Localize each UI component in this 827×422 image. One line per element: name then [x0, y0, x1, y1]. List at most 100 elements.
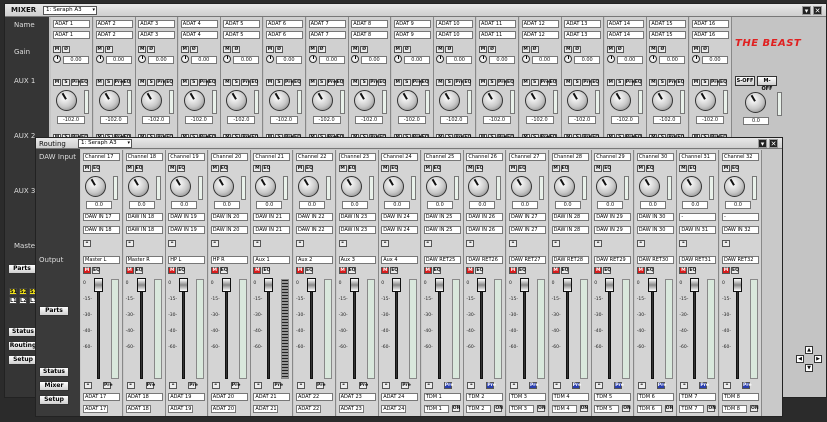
gain-value[interactable]: 0.00: [190, 56, 217, 64]
output-eq-button[interactable]: EQ: [305, 267, 313, 274]
channel-name-field[interactable]: ADAT 7: [308, 20, 346, 28]
fader-link-icon[interactable]: ⚭: [424, 382, 433, 389]
fader-handle[interactable]: [94, 278, 103, 292]
input-name-field[interactable]: Channel 26: [466, 153, 504, 161]
aux-send-value[interactable]: -102.0: [142, 116, 171, 124]
output-eq-button[interactable]: EQ: [390, 267, 399, 274]
output-name-field[interactable]: DAW RET27: [509, 256, 546, 264]
input-route-a[interactable]: DAW IN 20: [210, 213, 248, 221]
aux-mute-button[interactable]: M: [308, 79, 317, 86]
aux-solo-button[interactable]: S: [658, 79, 667, 86]
aux-send-knob[interactable]: [439, 90, 461, 111]
output-route-a[interactable]: TDM 4: [551, 393, 589, 401]
output-route-b[interactable]: ADAT 20: [210, 405, 236, 413]
aux-send-value[interactable]: -102.0: [440, 116, 469, 124]
gain-value[interactable]: 0.00: [489, 56, 515, 64]
input-route-a[interactable]: DAW IN 28: [551, 213, 589, 221]
output-pre-button[interactable]: Pre: [358, 382, 368, 389]
input-value[interactable]: 0.0: [213, 201, 240, 209]
input-value[interactable]: 0.0: [725, 201, 751, 209]
output-route-a[interactable]: TDM 1: [423, 393, 461, 401]
mute-button[interactable]: M: [138, 46, 147, 53]
aux-solo-button[interactable]: S: [189, 79, 198, 86]
input-knob[interactable]: [468, 176, 490, 197]
output-mute-button[interactable]: M: [83, 267, 91, 274]
input-eq-button[interactable]: EQ: [390, 165, 399, 172]
input-knob[interactable]: [85, 176, 106, 197]
output-mute-button[interactable]: M: [253, 267, 262, 274]
output-on-button[interactable]: ON: [707, 405, 716, 412]
output-mute-button[interactable]: M: [722, 267, 730, 274]
fader-handle[interactable]: [562, 278, 572, 292]
input-route-a[interactable]: DAW IN 25: [423, 213, 461, 221]
input-mute-button[interactable]: M: [83, 165, 91, 172]
input-value[interactable]: 0.0: [384, 201, 411, 209]
gain-knob[interactable]: [649, 55, 658, 63]
output-eq-button[interactable]: EQ: [688, 267, 697, 274]
link-icon[interactable]: ⚭: [722, 240, 730, 247]
phase-button[interactable]: Ø: [104, 46, 113, 53]
output-name-field[interactable]: DAW RET32: [722, 256, 759, 264]
input-value[interactable]: 0.0: [256, 201, 283, 209]
output-route-a[interactable]: ADAT 18: [125, 393, 163, 401]
input-route-b[interactable]: DAW IN 27: [509, 226, 546, 234]
output-route-a[interactable]: TDM 3: [509, 393, 546, 401]
input-knob[interactable]: [170, 176, 192, 197]
aux-send-value[interactable]: -102.0: [397, 116, 426, 124]
input-route-a[interactable]: DAW IN 24: [381, 213, 419, 221]
badge-s2[interactable]: S2: [19, 288, 27, 295]
output-eq-button[interactable]: EQ: [347, 267, 356, 274]
routing-minimize-button[interactable]: ▾: [758, 139, 767, 148]
aux-solo-button[interactable]: S: [445, 79, 454, 86]
output-mute-button[interactable]: M: [381, 267, 390, 274]
aux-send-knob[interactable]: [396, 90, 418, 111]
output-route-b[interactable]: ADAT 24: [381, 405, 407, 413]
channel-name-field[interactable]: ADAT 6: [266, 20, 303, 28]
channel-name-field[interactable]: ADAT 5: [223, 20, 261, 28]
output-pre-button[interactable]: Pre: [145, 382, 155, 389]
aux-send-knob[interactable]: [567, 90, 589, 111]
output-route-b[interactable]: TDM 7: [679, 405, 705, 413]
input-knob[interactable]: [255, 176, 277, 197]
aux-pre-button[interactable]: Pre: [454, 79, 464, 86]
output-route-a[interactable]: TDM 8: [722, 393, 759, 401]
link-icon[interactable]: ⚭: [253, 240, 262, 247]
output-route-a[interactable]: ADAT 19: [168, 393, 206, 401]
input-eq-button[interactable]: EQ: [92, 165, 100, 172]
aux-send-value[interactable]: -102.0: [184, 116, 213, 124]
aux-send-value[interactable]: -102.0: [355, 116, 384, 124]
input-route-b[interactable]: DAW IN 29: [594, 226, 632, 234]
gain-knob[interactable]: [308, 55, 317, 63]
input-eq-button[interactable]: EQ: [688, 165, 697, 172]
output-route-a[interactable]: ADAT 22: [296, 393, 333, 401]
input-route-a[interactable]: DAW IN 23: [338, 213, 376, 221]
fader-link-icon[interactable]: ⚭: [339, 382, 348, 389]
gain-knob[interactable]: [351, 55, 360, 63]
aux-send-value[interactable]: -102.0: [610, 116, 639, 124]
input-route-a[interactable]: DAW IN 19: [168, 213, 206, 221]
mute-button[interactable]: M: [308, 46, 317, 53]
input-route-b[interactable]: DAW IN 28: [551, 226, 589, 234]
channel-route-field[interactable]: ADAT 2: [95, 31, 133, 39]
mute-button[interactable]: M: [266, 46, 274, 53]
input-name-field[interactable]: Channel 25: [423, 153, 461, 161]
routing-status-button[interactable]: Status: [39, 367, 69, 377]
aux-send-value[interactable]: -102.0: [696, 116, 724, 124]
master-aux-knob[interactable]: [745, 92, 766, 113]
routing-setup-button[interactable]: Setup: [39, 395, 69, 405]
aux-mute-button[interactable]: M: [564, 79, 573, 86]
aux-send-value[interactable]: -102.0: [483, 116, 511, 124]
channel-route-field[interactable]: ADAT 6: [266, 31, 303, 39]
channel-name-field[interactable]: ADAT 10: [436, 20, 474, 28]
aux-eq-button[interactable]: EQ: [506, 79, 514, 86]
fader-handle[interactable]: [349, 278, 359, 292]
input-value[interactable]: 0.0: [682, 201, 709, 209]
aux-eq-button[interactable]: EQ: [633, 79, 642, 86]
mute-button[interactable]: M: [223, 46, 232, 53]
nav-up-icon[interactable]: ▲: [805, 346, 813, 354]
input-value[interactable]: 0.0: [639, 201, 666, 209]
fader-link-icon[interactable]: ⚭: [595, 382, 604, 389]
input-route-a[interactable]: -: [722, 213, 759, 221]
input-name-field[interactable]: Channel 20: [210, 153, 248, 161]
aux-send-value[interactable]: -102.0: [653, 116, 682, 124]
